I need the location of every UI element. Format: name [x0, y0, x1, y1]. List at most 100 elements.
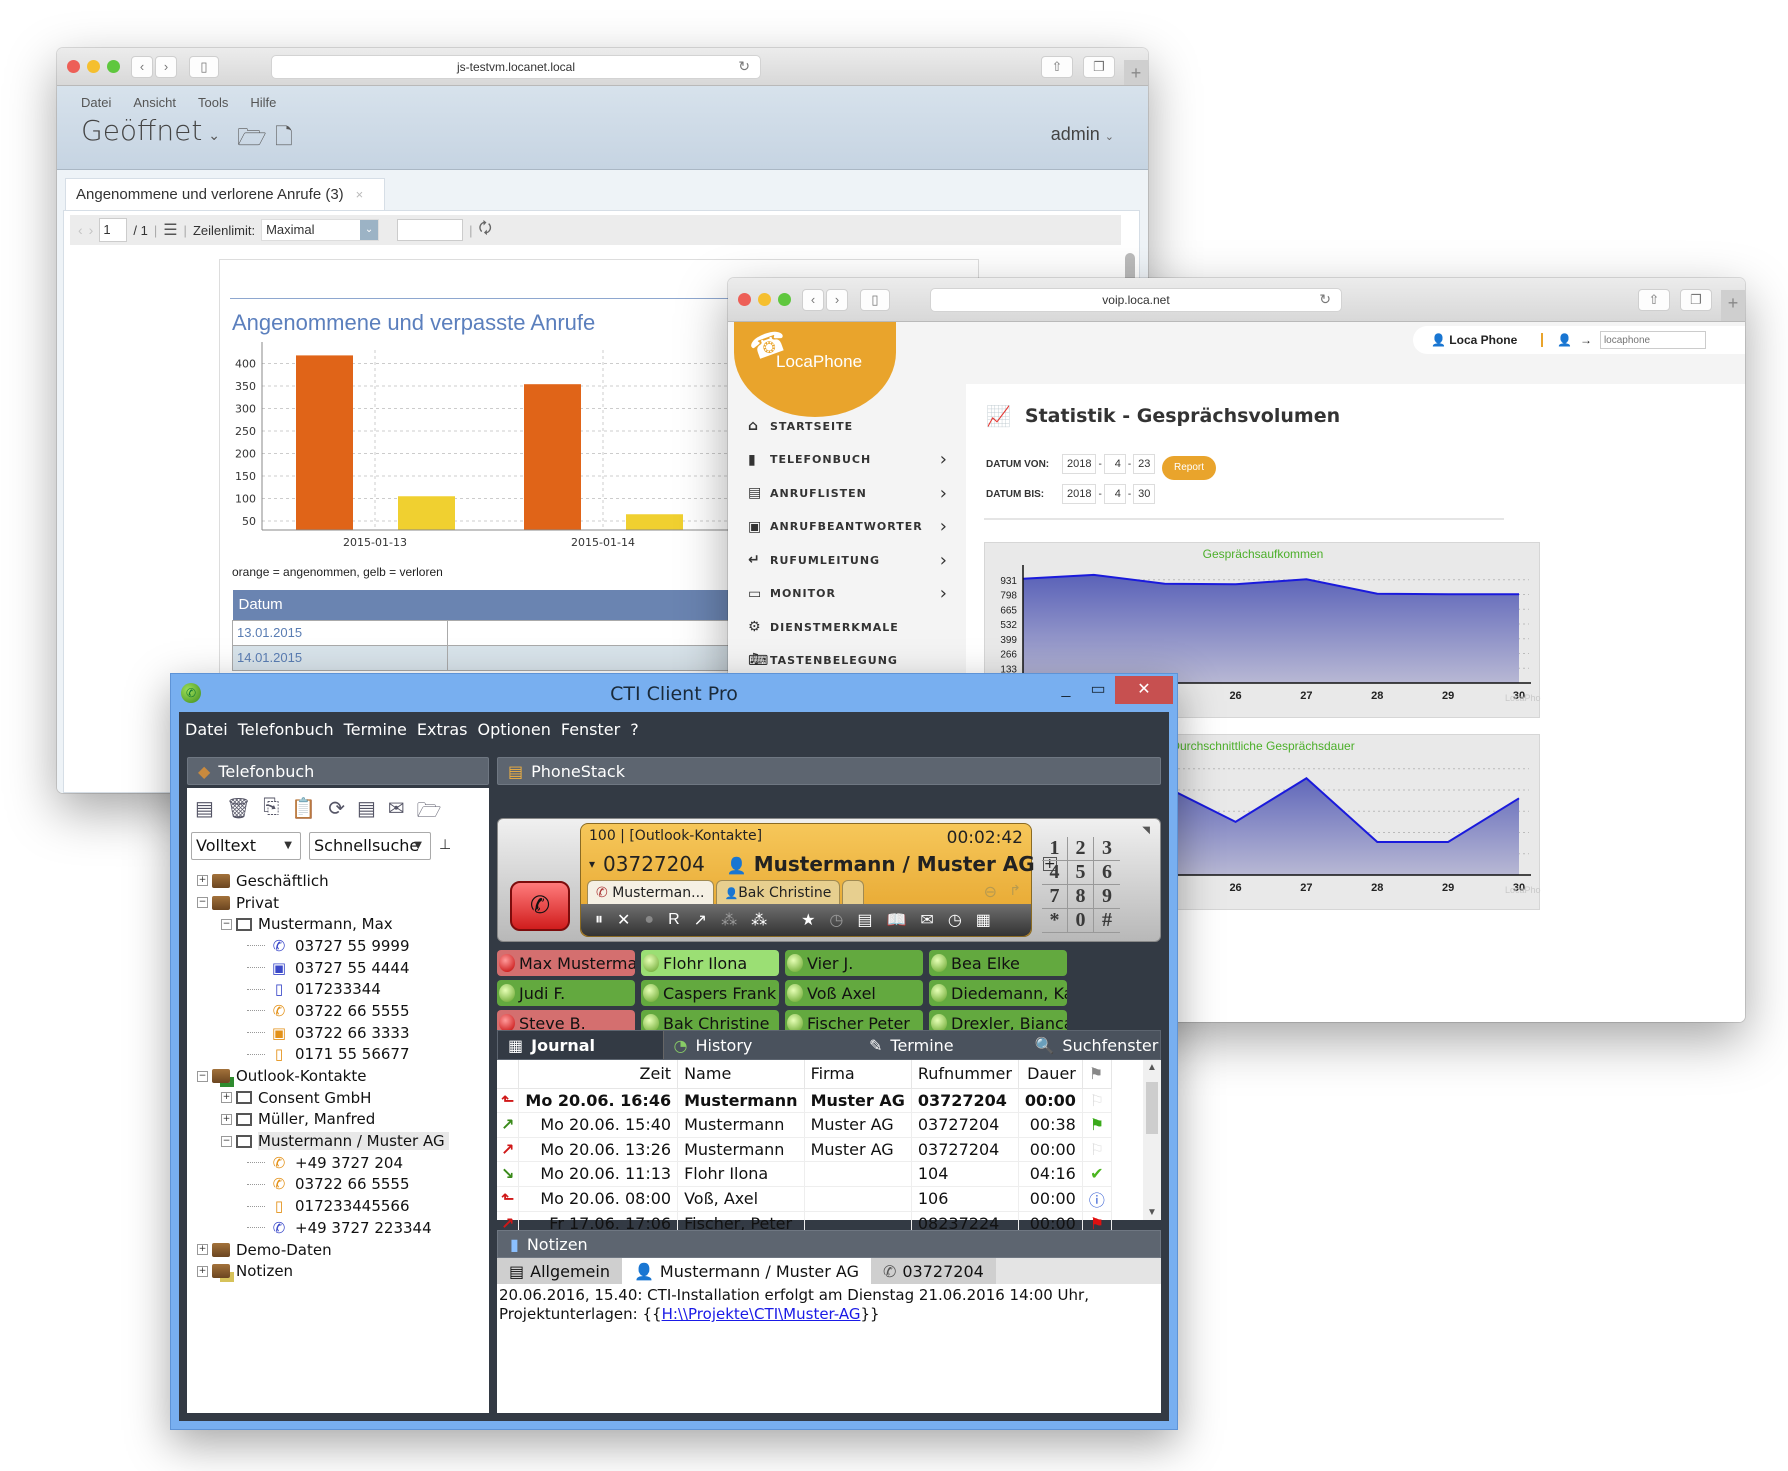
- sidebar-item-telefonbuch[interactable]: ▮ TELEFONBUCH ›: [748, 449, 948, 471]
- project-link[interactable]: H:\\Projekte\CTI\Muster-AG: [662, 1305, 861, 1323]
- user-menu[interactable]: admin ⌄: [1051, 124, 1114, 145]
- scroll-down-icon[interactable]: ▼: [1143, 1207, 1161, 1218]
- col-dauer[interactable]: Dauer: [1018, 1060, 1083, 1089]
- keypad-key[interactable]: 6: [1094, 861, 1120, 885]
- reload-icon[interactable]: ↻: [1319, 291, 1331, 308]
- url-bar[interactable]: voip.loca.net ↻: [930, 287, 1342, 312]
- blf-contact-button[interactable]: Voß Axel: [785, 980, 923, 1006]
- sidebar-item-startseite[interactable]: ⌂ STARTSEITE: [748, 415, 948, 437]
- menu-fenster[interactable]: Fenster: [561, 720, 620, 739]
- journal-row[interactable]: ↗ Mo 20.06. 13:26 Mustermann Muster AG 03727…: [497, 1137, 1112, 1162]
- minimize-button[interactable]: _: [1051, 676, 1081, 704]
- phone-number-item[interactable]: ✆ 03722 66 5555: [197, 1174, 485, 1196]
- url-bar[interactable]: js-testvm.locanet.local ↻: [271, 54, 761, 79]
- scroll-thumb[interactable]: [1146, 1082, 1158, 1134]
- col-firma[interactable]: Firma: [804, 1060, 912, 1089]
- keypad-key[interactable]: 3: [1094, 837, 1120, 861]
- keypad-key[interactable]: 9: [1094, 885, 1120, 909]
- search-type-select[interactable]: Schnellsuche ▼: [309, 832, 431, 860]
- tab-termine[interactable]: ✎ Termine: [829, 1031, 995, 1059]
- menu-help[interactable]: ?: [630, 720, 639, 739]
- minimize-window-button[interactable]: [87, 59, 100, 73]
- calendar-icon[interactable]: ▦: [976, 910, 991, 930]
- date-to-month[interactable]: 4: [1103, 484, 1126, 504]
- menu-tools[interactable]: Tools: [198, 95, 228, 110]
- call-tab-2[interactable]: 👤Bak Christine: [715, 880, 841, 906]
- journal-row[interactable]: ⬑ Mo 20.06. 08:00 Voß, Axel 106 00:00 ⓘ: [497, 1186, 1112, 1212]
- tab-journal[interactable]: ▦ Journal: [498, 1031, 664, 1059]
- col-rufnummer[interactable]: Rufnummer: [911, 1060, 1019, 1089]
- tree-folder[interactable]: − Outlook-Kontakte: [197, 1065, 485, 1087]
- date-from-day[interactable]: 23: [1133, 454, 1156, 474]
- list-icon[interactable]: ☰: [163, 220, 177, 240]
- close-window-button[interactable]: [67, 59, 80, 73]
- phone-number-item[interactable]: ✆ +49 3727 204: [197, 1152, 485, 1174]
- notes-tab-number[interactable]: ✆ 03727204: [870, 1258, 996, 1284]
- journal-row[interactable]: ↗ Mo 20.06. 15:40 Mustermann Muster AG 03727…: [497, 1112, 1112, 1138]
- expand-icon[interactable]: +: [197, 1265, 208, 1277]
- sidebar-item-anruflisten[interactable]: ▤ ANRUFLISTEN ›: [748, 482, 948, 504]
- pin-icon[interactable]: ⊥: [439, 836, 451, 853]
- search-mode-select[interactable]: Volltext ▼: [191, 832, 301, 860]
- flag-white-icon[interactable]: ⚐: [1082, 1088, 1112, 1113]
- menu-extras[interactable]: Extras: [417, 720, 468, 739]
- tree-folder[interactable]: + Demo-Daten: [197, 1239, 485, 1261]
- sidebar-item-dienstmerkmale[interactable]: ⚙ DIENSTMERKMALE: [748, 616, 948, 638]
- tabs-overview-button[interactable]: ❐: [1083, 55, 1115, 78]
- keypad-key[interactable]: *: [1042, 909, 1068, 933]
- menu-datei[interactable]: Datei: [185, 720, 228, 739]
- menu-optionen[interactable]: Optionen: [477, 720, 550, 739]
- corner-arrow-icon[interactable]: ◥: [1142, 825, 1150, 836]
- back-button[interactable]: ‹: [131, 55, 153, 78]
- keypad-key[interactable]: 4: [1042, 861, 1068, 885]
- tree-folder[interactable]: + Notizen: [197, 1260, 485, 1282]
- journal-row[interactable]: ↘ Mo 20.06. 11:13 Flohr Ilona 104 04:16 ✔: [497, 1161, 1112, 1187]
- expand-icon[interactable]: +: [221, 1092, 232, 1104]
- phone-number-item[interactable]: ✆ +49 3727 223344: [197, 1217, 485, 1239]
- journal-scrollbar[interactable]: ▲ ▼: [1143, 1060, 1161, 1220]
- close-window-button[interactable]: [738, 292, 751, 306]
- keypad-key[interactable]: 7: [1042, 885, 1068, 909]
- transfer-icon[interactable]: ↱: [1009, 882, 1021, 899]
- tree-contact[interactable]: + Consent GmbH: [197, 1087, 485, 1109]
- cancel-icon[interactable]: ✕: [617, 910, 630, 930]
- keypad-key[interactable]: 1: [1042, 837, 1068, 861]
- col-name[interactable]: Name: [677, 1060, 805, 1089]
- user-account[interactable]: 👤 Loca Phone: [1413, 333, 1543, 347]
- blf-contact-button[interactable]: Flohr Ilona: [641, 950, 779, 976]
- menu-telefonbuch[interactable]: Telefonbuch: [238, 720, 334, 739]
- keypad-key[interactable]: 0: [1068, 909, 1094, 933]
- tree-folder[interactable]: + Geschäftlich: [197, 870, 485, 892]
- blf-contact-button[interactable]: Vier J.: [785, 950, 923, 976]
- view-selector[interactable]: Geöffnet ⌄: [81, 114, 220, 147]
- tab-history[interactable]: ◔ History: [664, 1031, 830, 1059]
- blf-contact-button[interactable]: Diedemann, Ka...: [929, 980, 1067, 1006]
- flag-icon[interactable]: ⚑: [1082, 1060, 1112, 1089]
- card-icon[interactable]: ▤: [857, 910, 872, 930]
- share-button[interactable]: ⇧: [1041, 55, 1073, 78]
- blf-contact-button[interactable]: Caspers Frank: [641, 980, 779, 1006]
- minimize-window-button[interactable]: [758, 292, 771, 306]
- tree-contact[interactable]: − Mustermann, Max: [197, 913, 485, 935]
- keypad-key[interactable]: 8: [1068, 885, 1094, 909]
- sidebar-item-monitor[interactable]: ▭ MONITOR ›: [748, 583, 948, 605]
- login-input[interactable]: [1599, 331, 1706, 349]
- col-zeit[interactable]: Zeit: [518, 1060, 679, 1089]
- forward-button[interactable]: ›: [826, 288, 848, 311]
- phone-number-item[interactable]: ▯ 017233445566: [197, 1195, 485, 1217]
- book-open-icon[interactable]: 📖: [887, 910, 907, 930]
- maximize-button[interactable]: ▭: [1083, 676, 1113, 704]
- notes-text[interactable]: 20.06.2016, 15.40: CTI-Installation erfo…: [497, 1284, 1161, 1413]
- menu-ansicht[interactable]: Ansicht: [133, 95, 176, 110]
- paste-icon[interactable]: 📋: [291, 796, 316, 830]
- new-tab-button[interactable]: +: [1124, 60, 1148, 85]
- close-tab-icon[interactable]: ×: [356, 187, 364, 202]
- page-input[interactable]: 1: [99, 218, 128, 242]
- sidebar-item-cut[interactable]: ♫: [748, 648, 948, 670]
- expand-icon[interactable]: +: [221, 1113, 232, 1125]
- open-folder-icon[interactable]: 🗁: [237, 120, 267, 161]
- next-page-button[interactable]: ›: [89, 222, 94, 238]
- phone-number-item[interactable]: ▯ 0171 55 56677: [197, 1044, 485, 1066]
- new-document-icon[interactable]: 🗋: [275, 120, 293, 158]
- tabs-overview-button[interactable]: ❐: [1680, 288, 1712, 311]
